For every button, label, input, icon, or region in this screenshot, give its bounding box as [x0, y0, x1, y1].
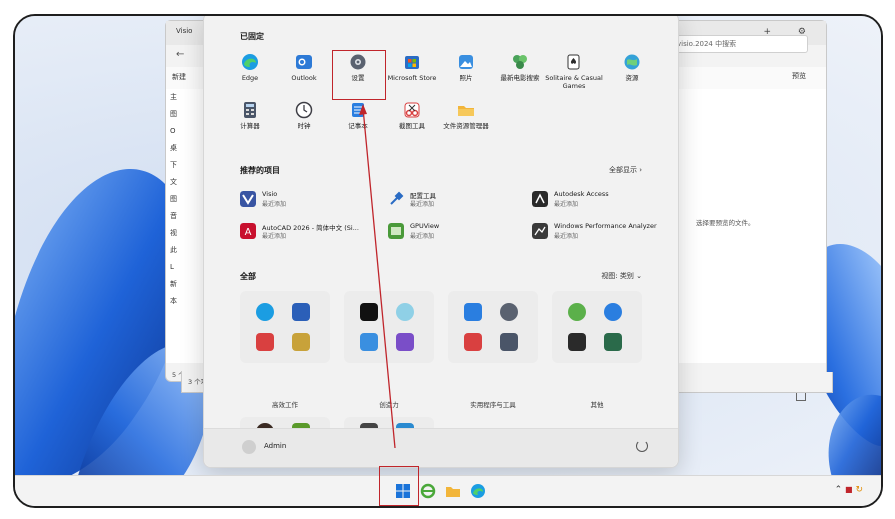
ie-icon[interactable] [420, 483, 436, 499]
screenshot-frame: Visio + ⚙ ← 新建 visio.2024 中搜索 预览 主 图 O 桌… [13, 14, 883, 508]
folder-icon[interactable] [445, 483, 461, 499]
edge-icon[interactable] [470, 483, 486, 499]
system-tray[interactable]: ⌃ ■ ↻ [835, 485, 863, 495]
start-button-highlight-box [379, 466, 419, 506]
annotation-arrow [359, 104, 396, 449]
tray-app-icon[interactable]: ■ [845, 485, 853, 494]
taskbar: ⌃ ■ ↻ [15, 475, 881, 506]
chevron-up-icon[interactable]: ⌃ [835, 485, 843, 495]
tray-sync-icon[interactable]: ↻ [855, 485, 863, 495]
